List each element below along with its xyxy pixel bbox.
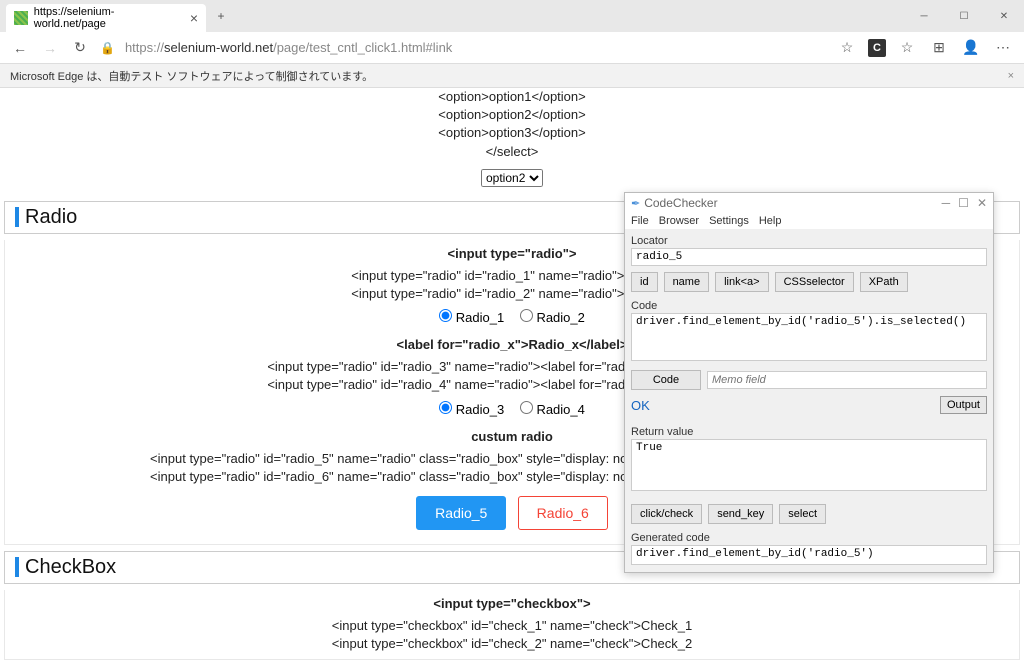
cc-code-button[interactable]: Code <box>631 370 701 390</box>
window-controls: ─ ☐ ✕ <box>904 0 1024 32</box>
cc-menubar: File Browser Settings Help <box>625 213 993 229</box>
forward-icon: → <box>40 40 60 56</box>
maximize-icon[interactable]: ☐ <box>944 0 984 32</box>
radio-heading: Radio <box>25 206 77 229</box>
cc-click-button[interactable]: click/check <box>631 504 702 524</box>
cc-link-button[interactable]: link<a> <box>715 272 768 292</box>
favicon-icon <box>14 11 28 25</box>
cc-menu-file[interactable]: File <box>631 215 649 227</box>
automation-infobar: Microsoft Edge は、自動テスト ソフトウェアによって制御されていま… <box>0 64 1024 88</box>
radio-4[interactable]: Radio_4 <box>520 402 585 417</box>
section-accent <box>15 557 19 577</box>
more-icon[interactable]: ⋯ <box>992 39 1014 56</box>
radio-4-input[interactable] <box>520 401 533 414</box>
radio-1[interactable]: Radio_1 <box>439 310 504 325</box>
codechecker-window: ✒ CodeChecker ─ ☐ ✕ File Browser Setting… <box>624 192 994 573</box>
profile-icon[interactable]: 👤 <box>960 39 982 56</box>
radio-2[interactable]: Radio_2 <box>520 310 585 325</box>
cc-return-textarea[interactable] <box>631 439 987 491</box>
reload-icon[interactable]: ↻ <box>70 39 90 56</box>
cc-output-button[interactable]: Output <box>940 396 987 414</box>
browser-tab[interactable]: https://selenium-world.net/page × <box>6 4 206 32</box>
cc-menu-settings[interactable]: Settings <box>709 215 749 227</box>
cc-ok-status: OK <box>631 398 650 413</box>
cc-gen-label: Generated code <box>631 530 987 545</box>
back-icon[interactable]: ← <box>10 40 30 56</box>
collections-icon[interactable]: ⊞ <box>928 39 950 56</box>
cc-xpath-button[interactable]: XPath <box>860 272 908 292</box>
c-extension-icon[interactable]: C <box>868 39 886 57</box>
lock-icon: 🔒 <box>100 41 115 55</box>
radio-6-button[interactable]: Radio_6 <box>518 496 608 530</box>
close-icon[interactable]: × <box>190 10 198 26</box>
url-field[interactable]: https://selenium-world.net/page/test_cnt… <box>125 40 826 55</box>
select-code-snippet: <option>option1</option> <option>option2… <box>4 88 1020 161</box>
checkbox-sub1: <input type="checkbox"> <input type="che… <box>4 590 1020 660</box>
cc-app-icon: ✒ <box>631 197 640 210</box>
cc-id-button[interactable]: id <box>631 272 658 292</box>
cc-menu-help[interactable]: Help <box>759 215 782 227</box>
cc-select-button[interactable]: select <box>779 504 826 524</box>
cc-locator-label: Locator <box>631 233 987 248</box>
cc-gen-textarea[interactable] <box>631 545 987 565</box>
cc-titlebar[interactable]: ✒ CodeChecker ─ ☐ ✕ <box>625 193 993 213</box>
cc-sendkey-button[interactable]: send_key <box>708 504 773 524</box>
radio-3-input[interactable] <box>439 401 452 414</box>
cc-maximize-icon[interactable]: ☐ <box>958 196 969 210</box>
cc-minimize-icon[interactable]: ─ <box>942 196 951 210</box>
star-icon[interactable]: ☆ <box>836 39 858 56</box>
cc-css-button[interactable]: CSSselector <box>775 272 854 292</box>
close-window-icon[interactable]: ✕ <box>984 0 1024 32</box>
favorites-icon[interactable]: ☆ <box>896 39 918 56</box>
close-infobar-icon[interactable]: × <box>1008 70 1014 82</box>
minimize-icon[interactable]: ─ <box>904 0 944 32</box>
option-select[interactable]: option2 <box>481 169 543 187</box>
browser-titlebar: https://selenium-world.net/page × + ─ ☐ … <box>0 0 1024 32</box>
checkbox-sub1-head: <input type="checkbox"> <box>5 590 1019 617</box>
radio-1-input[interactable] <box>439 309 452 322</box>
infobar-text: Microsoft Edge は、自動テスト ソフトウェアによって制御されていま… <box>10 68 373 84</box>
radio-3[interactable]: Radio_3 <box>439 402 504 417</box>
cc-code-textarea[interactable] <box>631 313 987 361</box>
tab-title: https://selenium-world.net/page <box>34 6 184 30</box>
checkbox-heading: CheckBox <box>25 556 116 579</box>
cc-return-label: Return value <box>631 424 987 439</box>
cc-name-button[interactable]: name <box>664 272 710 292</box>
cc-title-text: CodeChecker <box>644 196 717 210</box>
radio-2-input[interactable] <box>520 309 533 322</box>
radio-5-button[interactable]: Radio_5 <box>416 496 506 530</box>
address-bar: ← → ↻ 🔒 https://selenium-world.net/page/… <box>0 32 1024 64</box>
section-accent <box>15 207 19 227</box>
new-tab-button[interactable]: + <box>210 5 232 27</box>
cc-locator-input[interactable] <box>631 248 987 266</box>
cc-close-icon[interactable]: ✕ <box>977 196 987 210</box>
cc-code-label: Code <box>631 298 987 313</box>
cc-memo-field[interactable] <box>707 371 987 389</box>
cc-menu-browser[interactable]: Browser <box>659 215 699 227</box>
